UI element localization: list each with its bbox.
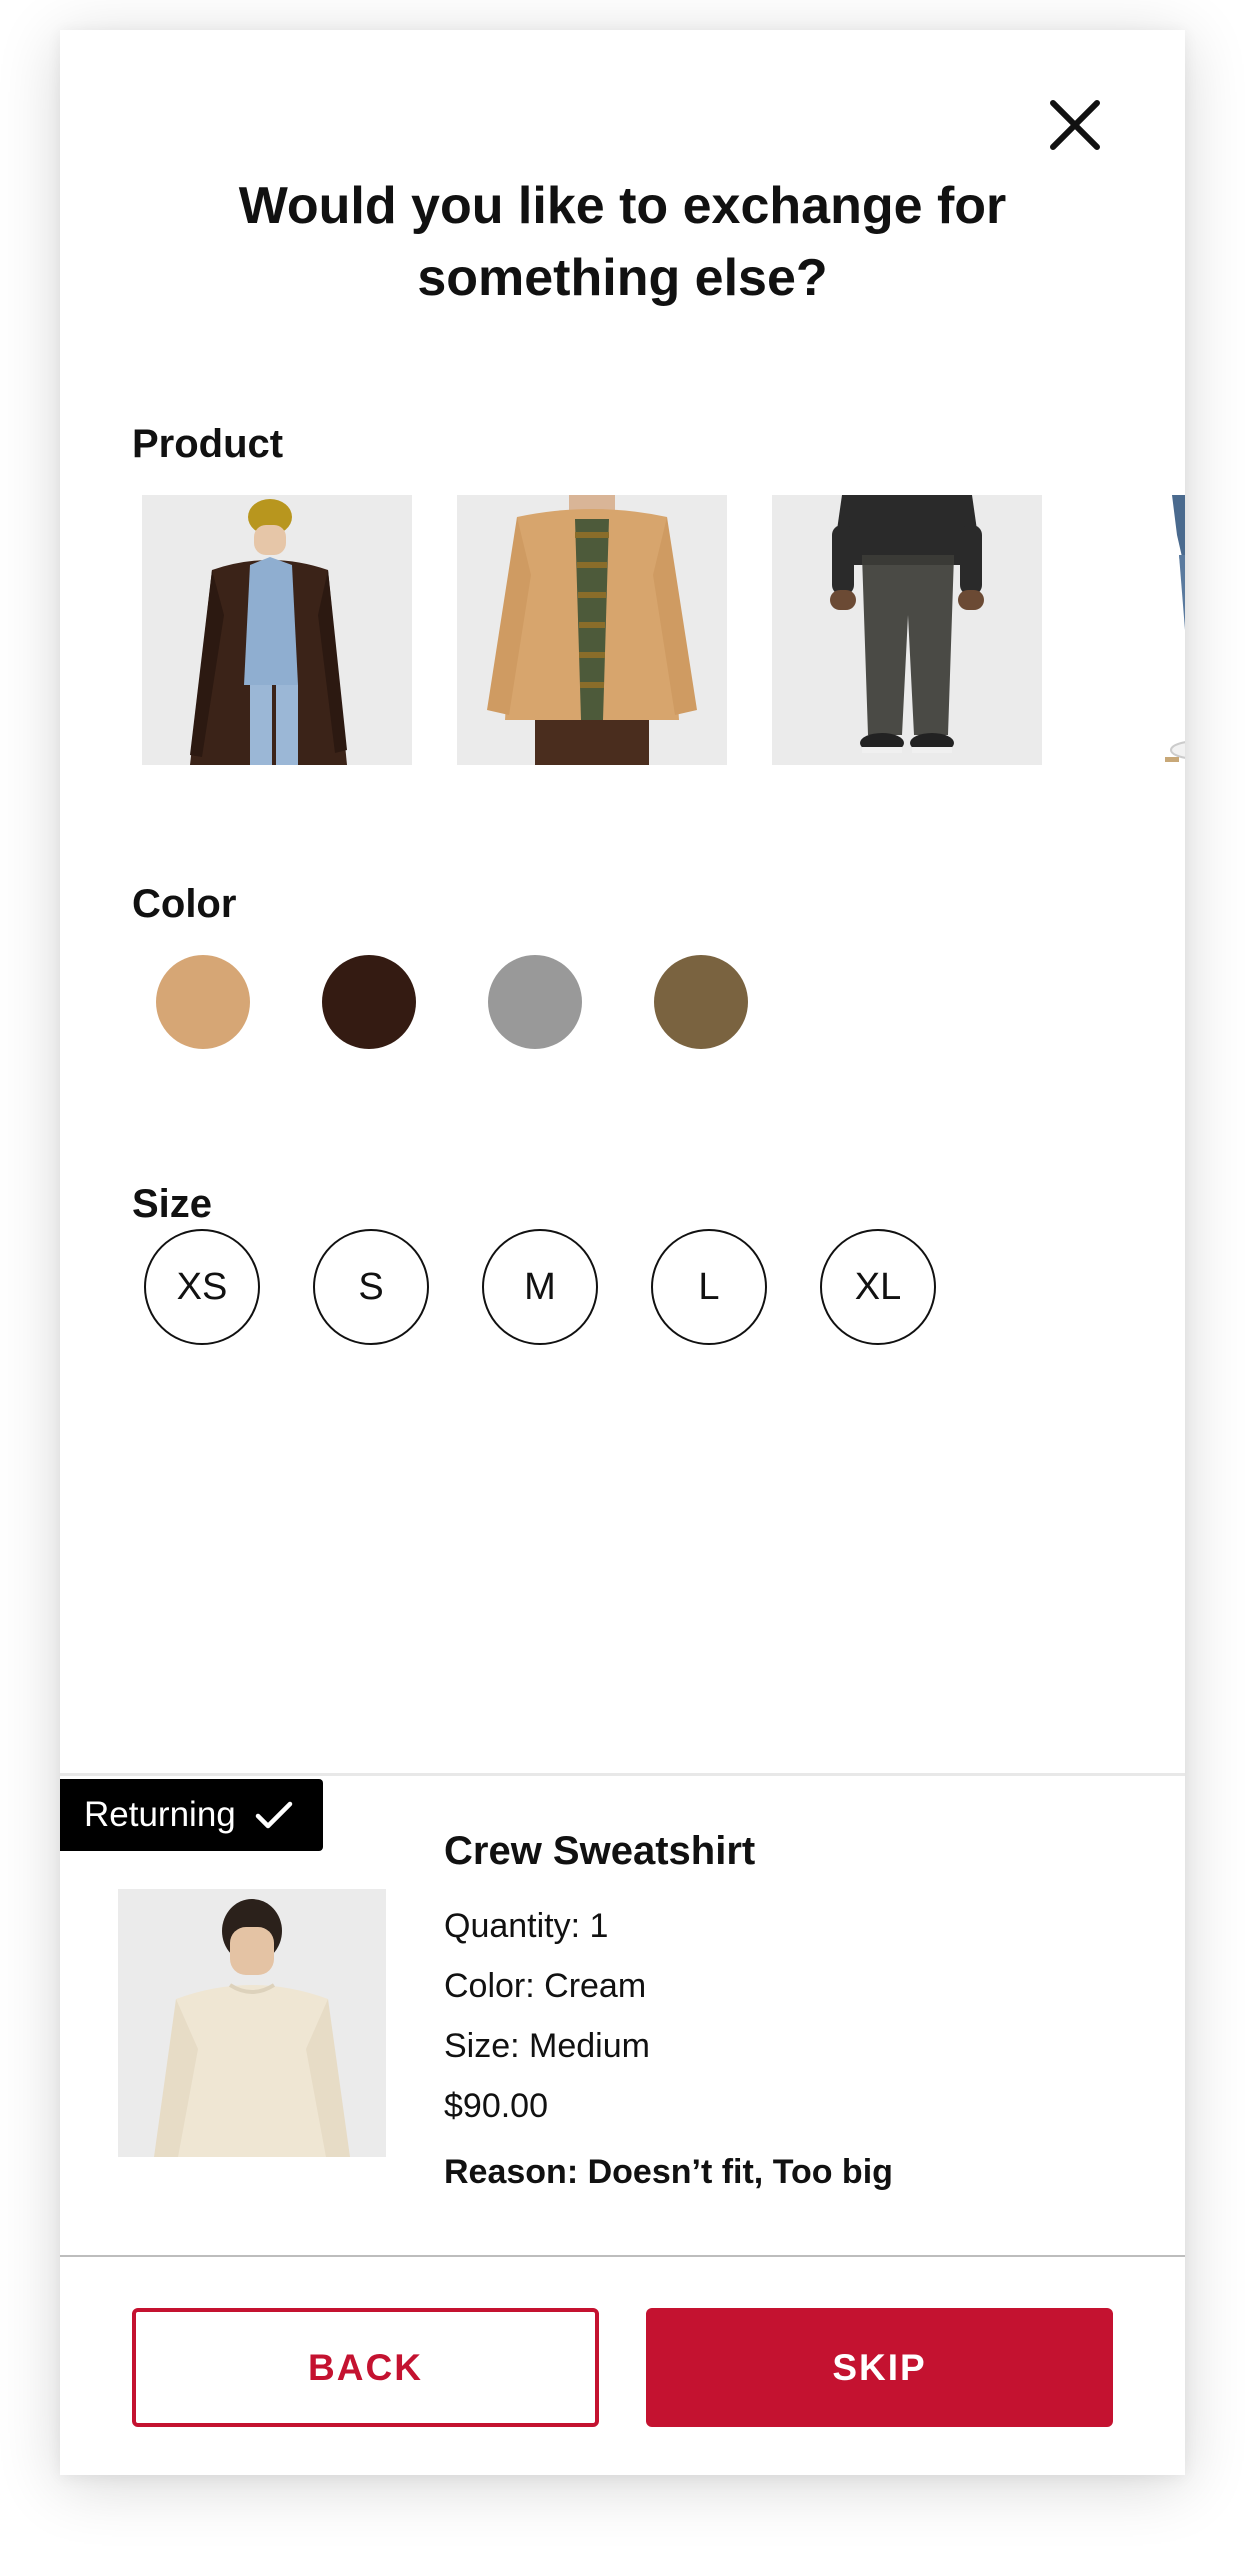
cream-sweatshirt-image <box>118 1889 386 2157</box>
returning-badge-label: Returning <box>84 1795 236 1834</box>
returning-badge: Returning <box>60 1779 323 1851</box>
close-button[interactable] <box>1045 95 1105 155</box>
tan-western-shirt-image <box>457 495 727 765</box>
size-option-xs[interactable]: XS <box>144 1229 260 1345</box>
dialog-title-line1: Would you like to exchange for <box>238 177 1007 235</box>
product-option-pants[interactable] <box>772 495 1042 765</box>
back-button[interactable]: BACK <box>132 2308 599 2427</box>
product-option-jeans[interactable] <box>1087 495 1185 765</box>
exchange-dialog: Would you like to exchange for something… <box>60 30 1185 2475</box>
size-option-l[interactable]: L <box>651 1229 767 1345</box>
long-brown-coat-image <box>142 495 412 765</box>
returning-item-price: $90.00 <box>444 2087 548 2125</box>
returning-item-panel: Returning Crew Sweatshirt Quantity: 1 Co <box>60 1773 1185 2257</box>
checkmark-icon <box>254 1799 294 1831</box>
close-icon <box>1050 100 1100 150</box>
product-option-coat[interactable] <box>142 495 412 765</box>
color-swatch-gray[interactable] <box>488 955 582 1049</box>
dialog-title: Would you like to exchange for something… <box>140 170 1105 314</box>
blue-jeans-partial-image <box>1087 495 1185 765</box>
returning-item-image <box>118 1889 386 2157</box>
returning-item-details: Crew Sweatshirt Quantity: 1 Color: Cream… <box>444 1826 1144 2198</box>
color-swatch-olive-brown[interactable] <box>654 955 748 1049</box>
returning-item-color: Color: Cream <box>444 1967 647 2005</box>
product-section-label: Product <box>132 422 284 466</box>
color-section-label: Color <box>132 882 237 926</box>
returning-item-size: Size: Medium <box>444 2027 650 2065</box>
size-option-s[interactable]: S <box>313 1229 429 1345</box>
product-option-western-shirt[interactable] <box>457 495 727 765</box>
dark-gray-pants-image <box>772 495 1042 765</box>
skip-button[interactable]: SKIP <box>646 2308 1113 2427</box>
size-option-xl[interactable]: XL <box>820 1229 936 1345</box>
color-swatch-dark-brown[interactable] <box>322 955 416 1049</box>
color-swatch-tan[interactable] <box>156 955 250 1049</box>
dialog-title-line2: something else? <box>417 249 828 307</box>
size-section-label: Size <box>132 1182 213 1226</box>
returning-item-reason: Reason: Doesn’t fit, Too big <box>444 2153 893 2191</box>
returning-item-name: Crew Sweatshirt <box>444 1829 756 1873</box>
size-option-m[interactable]: M <box>482 1229 598 1345</box>
returning-item-quantity: Quantity: 1 <box>444 1907 609 1945</box>
product-carousel[interactable] <box>142 495 1185 765</box>
